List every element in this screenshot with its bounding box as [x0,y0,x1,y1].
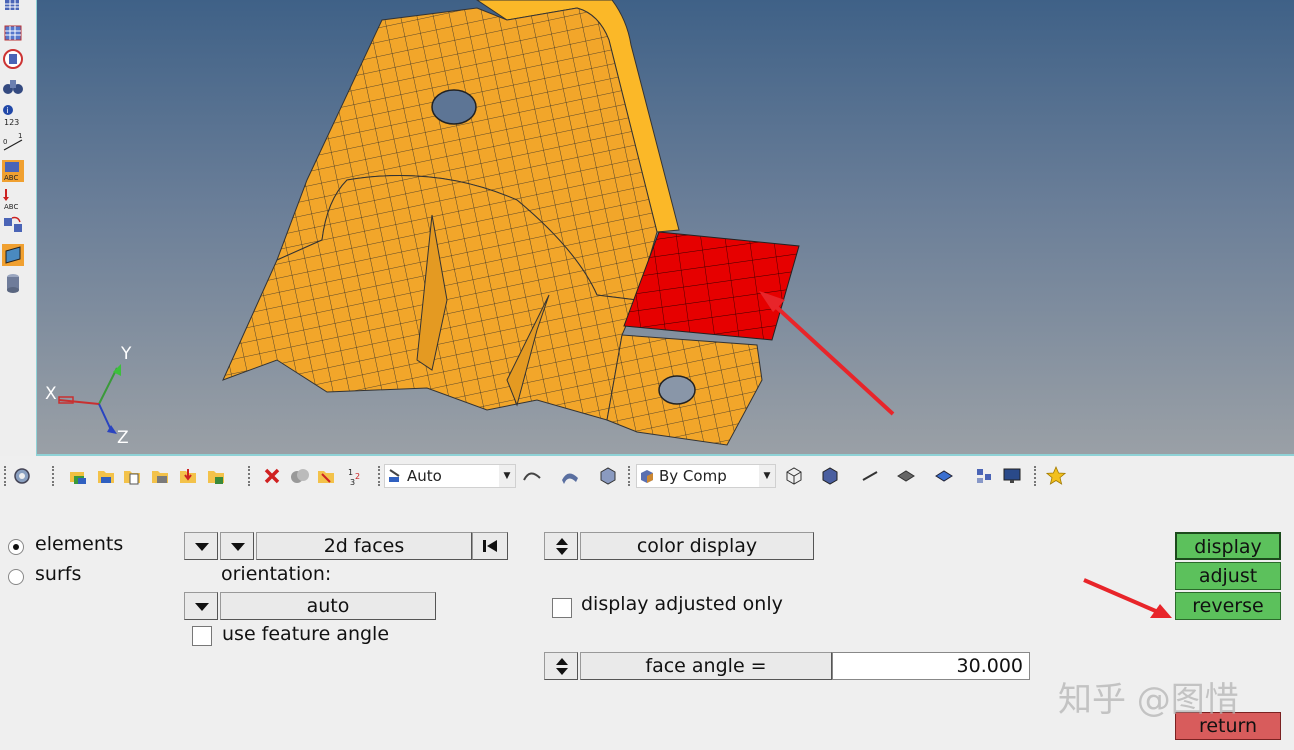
orientation-label: orientation: [221,563,332,585]
display-adjusted-only-checkbox[interactable] [552,598,572,618]
use-feature-angle-checkbox[interactable] [192,626,212,646]
watermark: 知乎 @图惜 [1058,680,1239,720]
delete-icon[interactable] [262,466,282,486]
mesh-model [58,0,895,446]
toolbar-separator [1034,466,1038,486]
face-angle-toggle[interactable] [544,652,578,680]
folder-export-icon[interactable] [206,466,226,486]
organize-icon[interactable] [974,466,994,486]
svg-text:1: 1 [348,468,353,477]
abc-label-icon[interactable]: ABC [2,160,24,182]
dimension-icon[interactable]: 01 [2,132,24,154]
graphics-viewport[interactable]: Y X Z [36,0,1294,456]
curve-icon[interactable] [522,466,542,486]
use-feature-angle-label: use feature angle [222,623,390,645]
display-button[interactable]: display [1175,532,1281,560]
folder-mesh-icon[interactable] [150,466,170,486]
brush-icon [389,469,400,482]
face-angle-input[interactable]: 30.000 [832,652,1030,680]
number-sequence-icon[interactable]: 1 23 [346,466,366,486]
left-toolbar: i 123 01 ABC ABC [0,0,36,456]
svg-text:3: 3 [350,478,355,486]
surfs-radio[interactable] [8,569,24,585]
swap-icon[interactable] [2,214,24,236]
blue-plane-icon[interactable] [934,466,954,486]
visualization-dropdown-label: Auto [407,467,442,485]
entity-selection-dropdown[interactable] [220,532,254,560]
surface-icon[interactable] [560,466,580,486]
toolbar-grip [4,466,8,486]
annotation-arrow [1083,578,1172,618]
main-toolbar: 123 Auto ▼ By Comp ▼ [0,456,1294,496]
info-123-icon[interactable]: i 123 [2,104,24,126]
toolbar-separator [52,466,56,486]
orientation-auto-button[interactable]: auto [220,592,436,620]
color-display-button[interactable]: color display [580,532,814,560]
color-by-dropdown-label: By Comp [659,467,727,485]
visualization-dropdown[interactable]: Auto ▼ [384,464,516,488]
color-cube-icon [641,470,653,483]
entity-type-dropdown[interactable] [184,532,218,560]
sphere-icon[interactable] [2,48,24,70]
svg-text:ABC: ABC [4,203,18,210]
elements-radio-label: elements [35,533,124,555]
chevron-down-icon: ▼ [759,465,775,487]
monitor-icon[interactable] [1002,466,1022,486]
axis-y-label: Y [121,344,132,364]
reset-selection-button[interactable] [472,532,508,560]
axis-x-label: X [45,384,57,404]
plane-icon[interactable] [896,466,916,486]
svg-text:ABC: ABC [4,174,18,182]
adjust-button[interactable]: adjust [1175,562,1281,590]
elements-radio[interactable] [8,539,24,555]
surfs-radio-label: surfs [35,563,82,585]
binoculars-icon[interactable] [2,76,24,98]
svg-text:123: 123 [4,118,19,126]
shapes-icon[interactable] [290,466,310,486]
faces-selector-button[interactable]: 2d faces [256,532,472,560]
folder-open-icon[interactable] [316,466,336,486]
folder-blue-icon[interactable] [96,466,116,486]
svg-text:1: 1 [18,132,22,140]
folder-import-icon[interactable] [178,466,198,486]
gear-icon[interactable] [12,466,32,486]
line-icon[interactable] [860,466,880,486]
display-adjusted-only-label: display adjusted only [581,593,783,615]
skip-back-icon [483,540,497,552]
svg-text:0: 0 [3,138,7,146]
cylinder-icon[interactable] [2,272,24,294]
color-by-dropdown[interactable]: By Comp ▼ [636,464,776,488]
face-angle-button[interactable]: face angle = [580,652,832,680]
mesh-frame-icon[interactable] [2,244,24,266]
svg-text:2: 2 [355,472,360,481]
reverse-button[interactable]: reverse [1175,592,1281,620]
display-mode-toggle[interactable] [544,532,578,560]
chevron-down-icon: ▼ [499,465,515,487]
wireframe-cube-icon[interactable] [784,466,804,486]
toolbar-separator [628,466,632,486]
mesh-icon[interactable] [2,0,24,22]
orientation-dropdown[interactable] [184,592,218,620]
svg-text:i: i [7,106,9,115]
toolbar-separator [378,466,382,486]
axis-z-label: Z [117,428,129,448]
toolbar-separator [248,466,252,486]
mesh-grid-icon[interactable] [2,22,24,44]
star-icon[interactable] [1046,466,1066,486]
shaded-cube-icon[interactable] [820,466,840,486]
solid-cube-icon[interactable] [598,466,618,486]
component-color-icon[interactable] [68,466,88,486]
abc-arrow-icon[interactable]: ABC [2,188,24,210]
folder-document-icon[interactable] [122,466,142,486]
